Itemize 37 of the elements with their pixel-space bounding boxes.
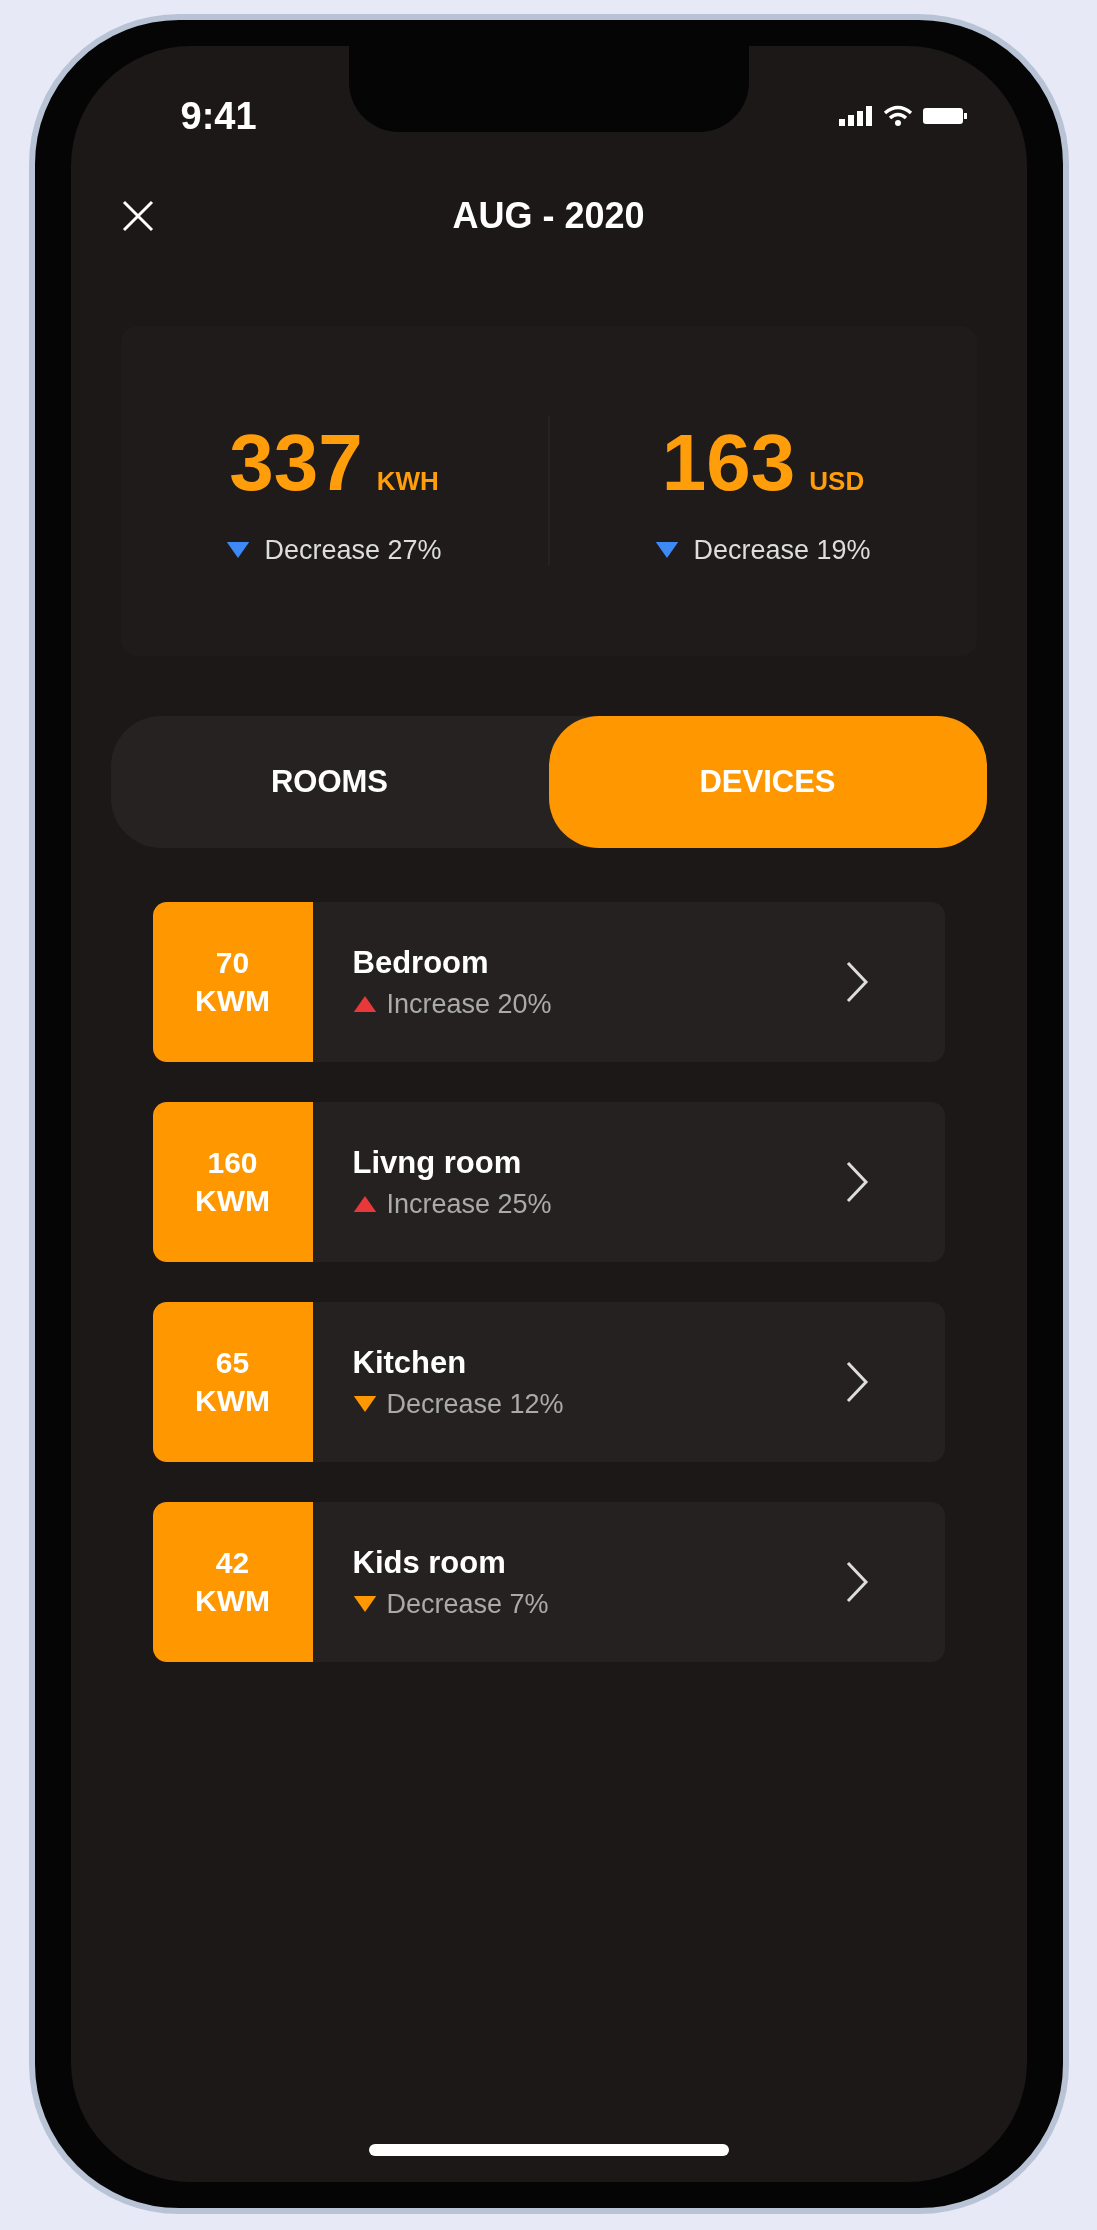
room-change: Increase 25% bbox=[386, 1188, 552, 1220]
room-name: Kitchen bbox=[352, 1344, 468, 1381]
room-name: Livng room bbox=[352, 1144, 523, 1181]
stat-change: Decrease 19% bbox=[693, 534, 871, 566]
status-time: 9:41 bbox=[180, 93, 257, 138]
room-change: Decrease 12% bbox=[386, 1388, 564, 1420]
chevron-right-icon bbox=[844, 1360, 869, 1404]
usage-amount: 160 bbox=[207, 1146, 258, 1180]
room-change: Decrease 7% bbox=[386, 1588, 549, 1620]
battery-icon bbox=[922, 106, 967, 126]
signal-icon bbox=[838, 106, 873, 126]
wifi-icon bbox=[882, 105, 913, 127]
close-button[interactable] bbox=[120, 199, 155, 233]
usage-unit: KWM bbox=[195, 1184, 270, 1218]
tab[interactable]: ROOMS bbox=[110, 716, 549, 848]
usage-amount: 42 bbox=[215, 1546, 250, 1580]
room-card[interactable]: 160 KWM Livng room Increase 25% bbox=[152, 1102, 945, 1262]
room-card[interactable]: 42 KWM Kids room Decrease 7% bbox=[152, 1502, 945, 1662]
usage-unit: KWM bbox=[195, 1584, 270, 1618]
stat-value: 337 bbox=[229, 416, 363, 509]
stat-value: 163 bbox=[661, 416, 796, 509]
usage-amount: 70 bbox=[215, 946, 250, 980]
screen-title: AUG - 2020 bbox=[452, 195, 645, 237]
usage-unit: KWM bbox=[195, 1384, 270, 1418]
usage-amount: 65 bbox=[215, 1346, 250, 1380]
room-name: Bedroom bbox=[352, 944, 490, 981]
room-card[interactable]: 65 KWM Kitchen Decrease 12% bbox=[152, 1302, 945, 1462]
chevron-right-icon bbox=[844, 960, 869, 1004]
stat-change: Decrease 27% bbox=[264, 534, 442, 566]
room-change: Increase 20% bbox=[386, 988, 552, 1020]
stat-unit: KWH bbox=[376, 465, 439, 497]
stat-unit: USD bbox=[809, 465, 865, 497]
room-name: Kids room bbox=[352, 1544, 507, 1581]
chevron-right-icon bbox=[844, 1560, 869, 1604]
usage-unit: KWM bbox=[195, 984, 270, 1018]
chevron-right-icon bbox=[844, 1160, 869, 1204]
room-card[interactable]: 70 KWM Bedroom Increase 20% bbox=[152, 902, 945, 1062]
